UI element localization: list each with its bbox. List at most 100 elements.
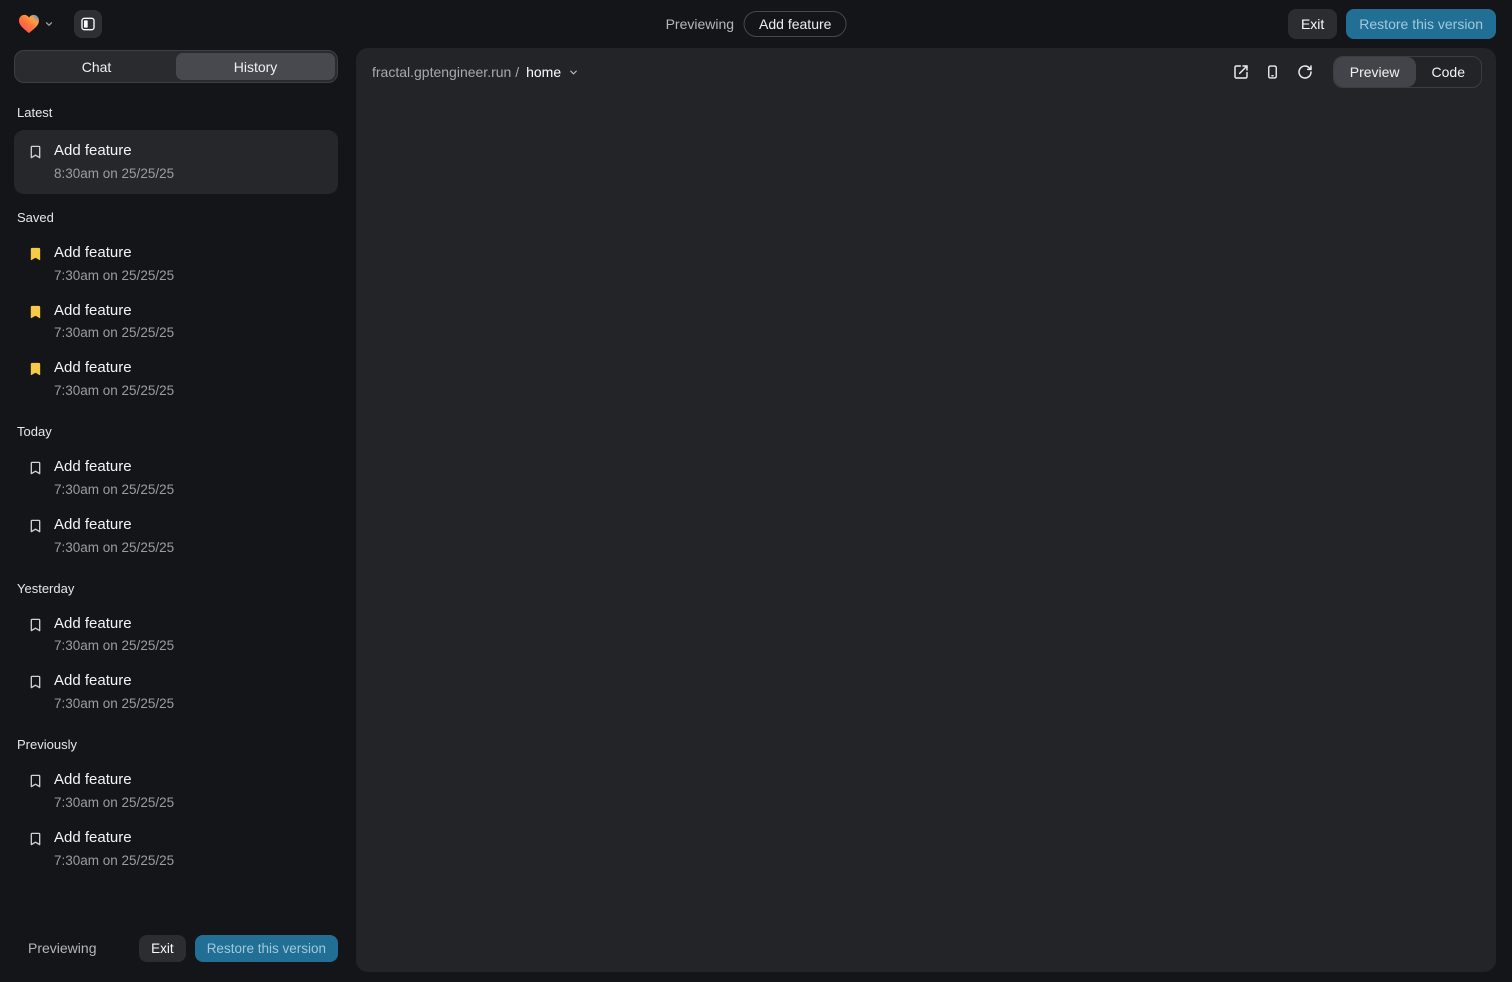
restore-version-button[interactable]: Restore this version	[1346, 9, 1496, 39]
view-toggle: Preview Code	[1333, 56, 1482, 88]
history-item-text: Add feature 7:30am on 25/25/25	[54, 829, 174, 868]
topbar-center: Previewing Add feature	[666, 0, 847, 48]
history-item-title: Add feature	[54, 359, 174, 378]
sidebar-toggle-button[interactable]	[74, 10, 102, 38]
url-domain: fractal.gptengineer.run /	[372, 64, 519, 80]
history-item[interactable]: Add feature 8:30am on 25/25/25	[14, 130, 338, 194]
bookmark-filled-icon	[28, 304, 43, 320]
history-item-title: Add feature	[54, 142, 174, 161]
section-title: Saved	[14, 194, 338, 235]
history-item[interactable]: Add feature 7:30am on 25/25/25	[14, 507, 338, 565]
bookmark-outline-icon	[28, 831, 43, 847]
history-item-title: Add feature	[54, 302, 174, 321]
history-item-text: Add feature 8:30am on 25/25/25	[54, 142, 174, 181]
url-page: home	[526, 64, 561, 80]
history-item-text: Add feature 7:30am on 25/25/25	[54, 615, 174, 654]
history-item-text: Add feature 7:30am on 25/25/25	[54, 458, 174, 497]
topbar-left	[16, 10, 102, 38]
history-item[interactable]: Add feature 7:30am on 25/25/25	[14, 663, 338, 721]
history-item-title: Add feature	[54, 516, 174, 535]
tab-history[interactable]: History	[176, 53, 335, 80]
toggle-code[interactable]: Code	[1416, 57, 1481, 87]
section-title: Latest	[14, 89, 338, 130]
history-section: PreviouslyAdd feature7:30am on 25/25/25A…	[14, 721, 338, 878]
refresh-button[interactable]	[1291, 58, 1319, 86]
restore-version-button[interactable]: Restore this version	[195, 935, 338, 962]
history-item-title: Add feature	[54, 829, 174, 848]
previewing-status-label: Previewing	[28, 940, 96, 956]
history-item-title: Add feature	[54, 672, 174, 691]
bookmark-filled-icon	[28, 361, 43, 377]
history-section: TodayAdd feature7:30am on 25/25/25Add fe…	[14, 408, 338, 565]
history-item-text: Add feature 7:30am on 25/25/25	[54, 672, 174, 711]
lovable-heart-logo-icon	[18, 14, 40, 34]
history-item-text: Add feature 7:30am on 25/25/25	[54, 359, 174, 398]
history-item-time: 7:30am on 25/25/25	[54, 540, 174, 555]
sidebar-tabs: Chat History	[14, 50, 338, 83]
history-section: Latest Add feature 8:30am on 25/25/25	[14, 89, 338, 194]
tab-chat[interactable]: Chat	[17, 53, 176, 80]
history-item[interactable]: Add feature 7:30am on 25/25/25	[14, 293, 338, 351]
history-item-title: Add feature	[54, 615, 174, 634]
history-item-title: Add feature	[54, 244, 174, 263]
topbar: Previewing Add feature Exit Restore this…	[0, 0, 1512, 48]
section-title: Today	[14, 408, 338, 449]
history-section: SavedAdd feature7:30am on 25/25/25Add fe…	[14, 194, 338, 408]
bookmark-outline-icon	[28, 773, 43, 789]
bookmark-outline-icon	[28, 518, 43, 534]
history-item[interactable]: Add feature 7:30am on 25/25/25	[14, 820, 338, 878]
sidebar: Chat History Latest Add feature 8:30am on …	[14, 50, 338, 972]
bookmark-outline-icon	[28, 460, 43, 476]
history-item-time: 7:30am on 25/25/25	[54, 383, 174, 398]
history-item[interactable]: Add feature 7:30am on 25/25/25	[14, 449, 338, 507]
topbar-right: Exit Restore this version	[1288, 9, 1496, 39]
history-item-time: 8:30am on 25/25/25	[54, 166, 174, 181]
bookmark-outline-icon	[28, 144, 43, 160]
bookmark-outline-icon	[28, 674, 43, 690]
external-link-icon	[1233, 64, 1249, 80]
exit-button[interactable]: Exit	[1288, 9, 1337, 39]
refresh-icon	[1297, 64, 1313, 80]
history-item-text: Add feature 7:30am on 25/25/25	[54, 516, 174, 555]
bookmark-outline-icon	[28, 617, 43, 633]
chevron-down-icon	[568, 67, 579, 78]
mobile-view-button[interactable]	[1259, 58, 1287, 86]
preview-toolbar: fractal.gptengineer.run / home	[356, 48, 1496, 96]
open-external-button[interactable]	[1227, 58, 1255, 86]
history-item-time: 7:30am on 25/25/25	[54, 268, 174, 283]
mobile-icon	[1265, 64, 1280, 80]
bookmark-filled-icon	[28, 246, 43, 262]
history-item-time: 7:30am on 25/25/25	[54, 482, 174, 497]
history-item-time: 7:30am on 25/25/25	[54, 853, 174, 868]
history-item-title: Add feature	[54, 771, 174, 790]
history-item-time: 7:30am on 25/25/25	[54, 696, 174, 711]
sidebar-footer: Previewing Exit Restore this version	[14, 924, 338, 972]
exit-button[interactable]: Exit	[139, 935, 186, 962]
section-title: Previously	[14, 721, 338, 762]
history-item-time: 7:30am on 25/25/25	[54, 795, 174, 810]
preview-panel: fractal.gptengineer.run / home	[356, 48, 1496, 972]
panel-left-icon	[80, 16, 96, 32]
toggle-preview[interactable]: Preview	[1334, 57, 1416, 87]
previewing-status-label: Previewing	[666, 16, 734, 32]
chevron-down-icon	[44, 19, 54, 29]
footer-buttons: Exit Restore this version	[139, 935, 338, 962]
history-item-text: Add feature 7:30am on 25/25/25	[54, 771, 174, 810]
history-item-title: Add feature	[54, 458, 174, 477]
history-item-time: 7:30am on 25/25/25	[54, 325, 174, 340]
version-badge[interactable]: Add feature	[744, 11, 846, 37]
history-item[interactable]: Add feature 7:30am on 25/25/25	[14, 606, 338, 664]
history-item-text: Add feature 7:30am on 25/25/25	[54, 244, 174, 283]
history-item[interactable]: Add feature 7:30am on 25/25/25	[14, 350, 338, 408]
history-item-text: Add feature 7:30am on 25/25/25	[54, 302, 174, 341]
history-list: Latest Add feature 8:30am on 25/25/25 Saved…	[14, 89, 338, 924]
history-item-time: 7:30am on 25/25/25	[54, 638, 174, 653]
app-logo-menu[interactable]	[16, 10, 56, 38]
preview-url-breadcrumb[interactable]: fractal.gptengineer.run / home	[372, 64, 579, 80]
preview-viewport[interactable]	[356, 96, 1496, 972]
history-section: YesterdayAdd feature7:30am on 25/25/25Ad…	[14, 565, 338, 722]
history-item[interactable]: Add feature 7:30am on 25/25/25	[14, 762, 338, 820]
section-title: Yesterday	[14, 565, 338, 606]
history-item[interactable]: Add feature 7:30am on 25/25/25	[14, 235, 338, 293]
preview-toolbar-right: Preview Code	[1227, 56, 1482, 88]
